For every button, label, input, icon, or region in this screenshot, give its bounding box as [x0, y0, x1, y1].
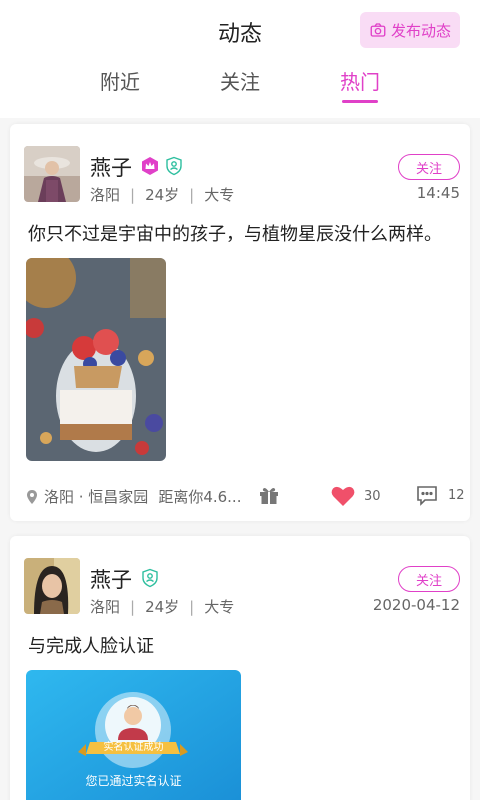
post-time: 14:45 — [416, 184, 460, 202]
user-age: 24岁 — [145, 598, 180, 616]
user-name: 燕子 — [90, 156, 132, 180]
gift-icon[interactable] — [258, 484, 280, 506]
tab-following[interactable]: 关注 — [200, 66, 280, 95]
follow-button[interactable]: 关注 — [398, 154, 460, 180]
post-card[interactable]: 燕子 洛阳 | 24岁 | 大专 关注 14:45 你只不过是宇宙中的孩子，与植物星辰没… — [10, 124, 470, 521]
publish-post-button[interactable]: 发布动态 — [360, 12, 460, 48]
verification-ribbon-text: 实名认证成功 — [103, 742, 164, 753]
avatar[interactable] — [24, 146, 80, 202]
feed-tabs: 附近 关注 热门 — [0, 66, 480, 106]
user-city: 洛阳 — [90, 186, 121, 204]
distance-text: 距离你4.6... — [158, 488, 242, 506]
avatar[interactable] — [24, 558, 80, 614]
user-education: 大专 — [204, 186, 235, 204]
verification-text: 您已通过实名认证 — [85, 774, 182, 788]
user-meta: 洛阳 | 24岁 | 大专 — [90, 186, 235, 204]
user-education: 大专 — [204, 598, 235, 616]
heart-icon — [331, 486, 355, 506]
user-age: 24岁 — [145, 186, 180, 204]
post-location[interactable]: 洛阳 · 恒昌家园 距离你4.6... — [24, 486, 241, 507]
post-content: 你只不过是宇宙中的孩子，与植物星辰没什么两样。 — [28, 224, 442, 245]
user-name: 燕子 — [90, 568, 132, 592]
verification-card[interactable]: 实名认证成功 您已通过实名认证 — [26, 670, 241, 800]
comment-icon — [417, 486, 437, 506]
like-button[interactable]: 30 — [330, 484, 381, 508]
comment-count: 12 — [448, 487, 465, 503]
location-text: 洛阳 · 恒昌家园 — [44, 488, 149, 506]
user-meta: 洛阳 | 24岁 | 大专 — [90, 598, 235, 616]
post-photo[interactable] — [26, 258, 166, 461]
location-pin-icon — [27, 489, 37, 504]
crown-icon — [142, 157, 158, 175]
camera-icon — [370, 23, 386, 37]
verified-shield-icon — [142, 568, 158, 588]
post-card[interactable]: 燕子 洛阳|24岁|大专 关注 2020-04-12 与完成人脸认证 实 — [10, 536, 470, 800]
post-footer: 洛阳 · 恒昌家园 距离你4.6... 30 12 — [24, 482, 465, 512]
comment-button[interactable]: 12 — [416, 484, 465, 506]
post-content: 与完成人脸认证 — [28, 636, 154, 657]
top-header: 动态 发布动态 附近 关注 热门 — [0, 0, 480, 118]
verified-shield-icon — [166, 156, 182, 176]
like-count: 30 — [364, 488, 381, 504]
user-city: 洛阳 — [90, 598, 121, 616]
tab-nearby[interactable]: 附近 — [80, 66, 160, 95]
tab-popular[interactable]: 热门 — [320, 66, 400, 103]
publish-post-label: 发布动态 — [390, 21, 451, 40]
post-time: 2020-04-12 — [372, 596, 460, 614]
follow-button[interactable]: 关注 — [398, 566, 460, 592]
